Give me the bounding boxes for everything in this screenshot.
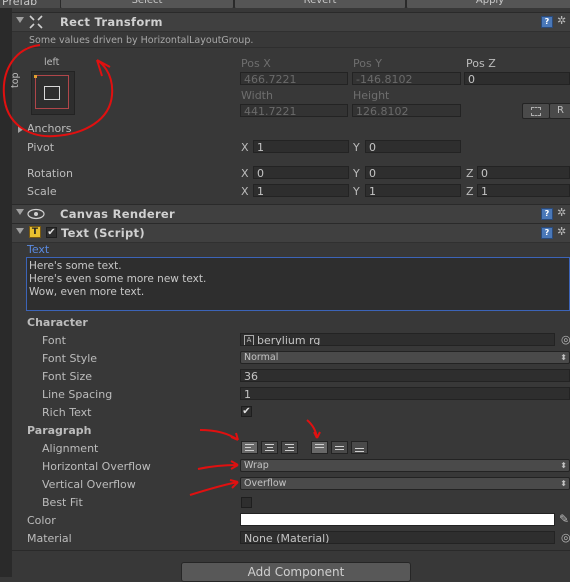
red-circle-annotation — [2, 44, 114, 138]
annotation-overlay — [2, 44, 321, 496]
red-arrow-h-overflow — [197, 460, 239, 470]
red-arrow-v-overflow — [189, 479, 239, 496]
red-arrow-alignment — [199, 429, 239, 441]
red-arrow-vertical-align — [306, 419, 321, 439]
